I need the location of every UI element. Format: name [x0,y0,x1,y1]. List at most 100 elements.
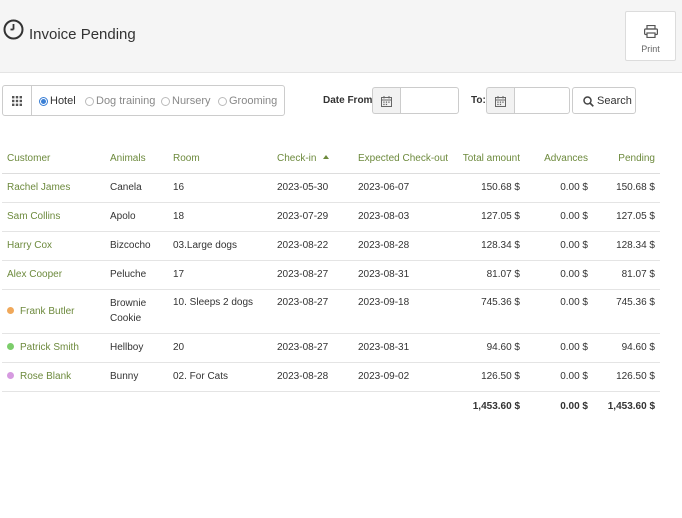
table-header-row: Customer Animals Room Check-in Expected … [2,145,660,174]
total-amount-cell: 150.68 $ [454,173,525,203]
advances-cell: 0.00 $ [525,202,593,232]
date-to-input[interactable] [514,87,570,114]
printer-icon [644,25,658,38]
advances-cell: 0.00 $ [525,231,593,261]
animals-cell: Hellboy [105,333,168,363]
radio-grooming-label: Grooming [229,95,278,107]
print-button[interactable]: Print [625,11,676,61]
calendar-icon [495,96,506,107]
column-header-pending[interactable]: Pending [593,145,660,174]
room-cell: 18 [168,202,272,232]
radio-hotel-label: Hotel [50,95,76,107]
total-amount-sum: 1,453.60 $ [472,400,520,412]
animals-cell: Apolo [105,202,168,232]
radio-hotel[interactable]: Hotel [39,94,76,108]
checkin-cell: 2023-08-27 [272,333,353,363]
pending-cell: 150.68 $ [593,173,660,203]
advances-cell: 0.00 $ [525,173,593,203]
checkin-cell: 2023-08-27 [272,260,353,290]
animals-cell: Canela [105,173,168,203]
checkout-cell: 2023-09-02 [353,362,454,392]
checkin-cell: 2023-08-22 [272,231,353,261]
table-row[interactable]: Patrick Smith Hellboy 20 2023-08-27 2023… [2,333,660,363]
column-header-advances[interactable]: Advances [525,145,593,174]
column-header-total[interactable]: Total amount [454,145,525,174]
animals-cell: Peluche [105,260,168,290]
table-row[interactable]: Rose Blank Bunny 02. For Cats 2023-08-28… [2,362,660,392]
column-header-room[interactable]: Room [168,145,272,174]
customer-name[interactable]: Frank Butler [20,306,74,317]
clock-icon [3,19,24,40]
page-header: Invoice Pending Print [0,0,682,73]
customer-name[interactable]: Rachel James [7,182,70,193]
table-row[interactable]: Frank Butler Brownie Cookie 10. Sleeps 2… [2,289,660,334]
customer-name[interactable]: Alex Cooper [7,269,62,280]
checkin-cell: 2023-08-27 [272,289,353,334]
advances-cell: 0.00 $ [525,289,593,334]
column-header-checkin[interactable]: Check-in [272,145,353,174]
checkout-cell: 2023-08-03 [353,202,454,232]
customer-cell[interactable]: Patrick Smith [2,333,105,363]
table-row[interactable]: Sam Collins Apolo 18 2023-07-29 2023-08-… [2,202,660,232]
column-header-animals[interactable]: Animals [105,145,168,174]
status-dot [7,372,14,379]
column-header-customer[interactable]: Customer [2,145,105,174]
checkout-cell: 2023-09-18 [353,289,454,334]
invoice-table: Customer Animals Room Check-in Expected … [2,145,660,421]
room-cell: 02. For Cats [168,362,272,392]
room-cell: 17 [168,260,272,290]
customer-cell[interactable]: Rachel James [2,173,105,203]
radio-grooming[interactable]: Grooming [218,94,277,108]
customer-cell[interactable]: Harry Cox [2,231,105,261]
table-row[interactable]: Alex Cooper Peluche 17 2023-08-27 2023-0… [2,260,660,290]
radio-nursery[interactable]: Nursery [161,94,211,108]
customer-cell[interactable]: Frank Butler [2,289,105,334]
customer-cell[interactable]: Rose Blank [2,362,105,392]
checkout-cell: 2023-08-31 [353,333,454,363]
table-row[interactable]: Harry Cox Bizcocho 03.Large dogs 2023-08… [2,231,660,261]
animals-cell: Bunny [105,362,168,392]
date-from-calendar-button[interactable] [372,87,400,114]
table-row[interactable]: Rachel James Canela 16 2023-05-30 2023-0… [2,173,660,203]
total-amount-cell: 126.50 $ [454,362,525,392]
customer-cell[interactable]: Alex Cooper [2,260,105,290]
radio-dog-training-label: Dog training [96,95,156,107]
pending-cell: 745.36 $ [593,289,660,334]
pending-cell: 94.60 $ [593,333,660,363]
radio-selected-icon [39,96,48,106]
search-button-label: Search [597,95,632,107]
radio-dog-training[interactable]: Dog training [85,94,155,108]
advances-sum: 0.00 $ [560,400,588,412]
search-button[interactable]: Search [572,87,636,114]
radio-unselected-icon [85,96,94,106]
total-amount-cell: 128.34 $ [454,231,525,261]
customer-cell[interactable]: Sam Collins [2,202,105,232]
pending-cell: 127.05 $ [593,202,660,232]
calendar-icon [381,96,392,107]
date-from-label: Date From: [323,95,376,106]
date-from-input[interactable] [400,87,459,114]
sort-ascending-icon [323,155,330,160]
grid-view-button[interactable] [3,86,32,115]
totals-row: 1,453.60 $ 0.00 $ 1,453.60 $ [2,391,660,421]
room-cell: 10. Sleeps 2 dogs [168,289,272,334]
total-amount-cell: 745.36 $ [454,289,525,334]
room-cell: 03.Large dogs [168,231,272,261]
animals-cell: Brownie Cookie [105,289,168,334]
pending-cell: 81.07 $ [593,260,660,290]
customer-name[interactable]: Patrick Smith [20,342,79,353]
customer-name[interactable]: Harry Cox [7,240,52,251]
date-to-label: To: [471,95,486,106]
total-amount-cell: 94.60 $ [454,333,525,363]
date-to-calendar-button[interactable] [486,87,514,114]
print-label: Print [641,44,660,54]
column-header-checkout[interactable]: Expected Check-out [353,145,454,174]
radio-unselected-icon [161,96,170,106]
customer-name[interactable]: Sam Collins [7,211,60,222]
advances-cell: 0.00 $ [525,333,593,363]
grid-icon [12,96,22,106]
customer-name[interactable]: Rose Blank [20,371,71,382]
pending-cell: 126.50 $ [593,362,660,392]
status-dot [7,343,14,350]
room-cell: 16 [168,173,272,203]
